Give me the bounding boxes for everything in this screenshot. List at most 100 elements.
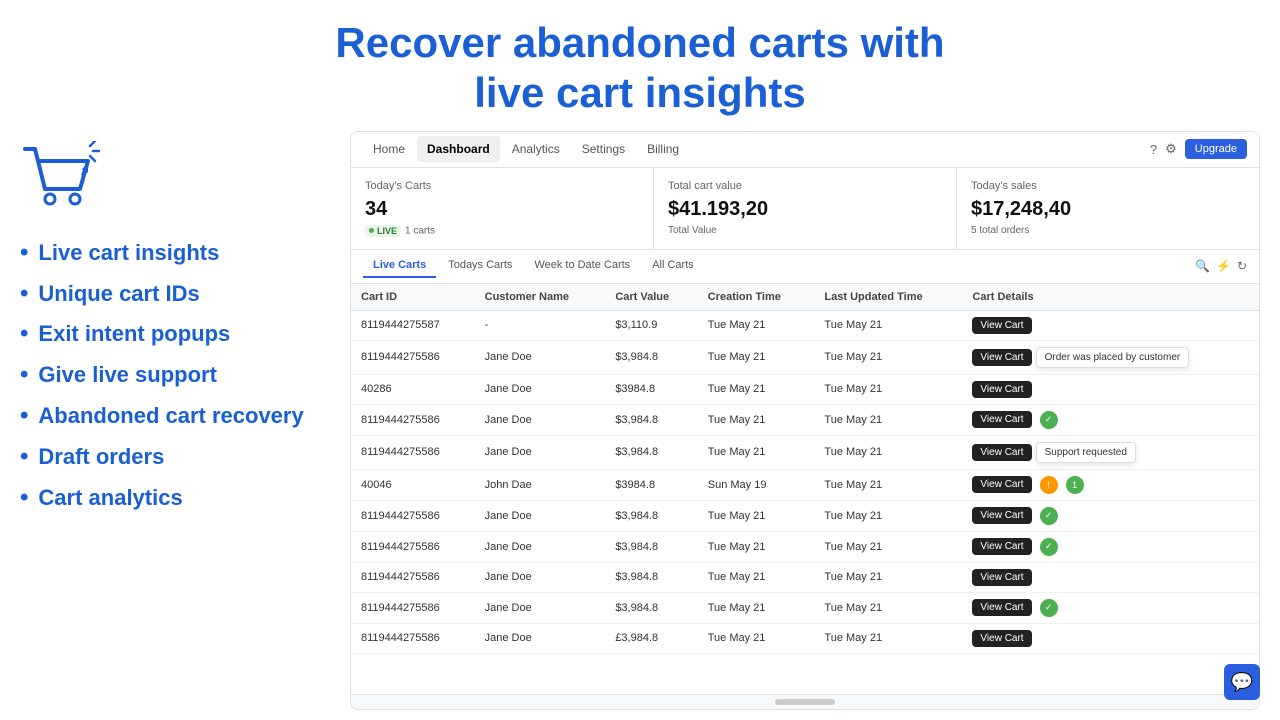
stat-value: 34 — [365, 198, 639, 221]
tab-todays-carts[interactable]: Todays Carts — [438, 254, 522, 278]
table-cell: £3,984.8 — [605, 623, 697, 653]
cart-details-cell: View Cart — [962, 562, 1259, 592]
view-cart-button[interactable]: View Cart — [972, 317, 1031, 334]
help-icon[interactable]: ? — [1150, 142, 1157, 157]
refresh-icon[interactable]: ↻ — [1237, 259, 1247, 273]
table-row: 40286Jane Doe$3984.8Tue May 21Tue May 21… — [351, 374, 1259, 404]
settings-icon[interactable]: ⚙ — [1165, 141, 1177, 157]
table-cell: Jane Doe — [475, 404, 606, 435]
filter-icon[interactable]: ⚡ — [1216, 259, 1231, 273]
table-cell: $3,984.8 — [605, 500, 697, 531]
table-cell: 40286 — [351, 374, 475, 404]
view-cart-button[interactable]: View Cart — [972, 381, 1031, 398]
table-cell: Tue May 21 — [814, 531, 962, 562]
view-cart-button[interactable]: View Cart — [972, 599, 1031, 616]
feature-item: Live cart insights — [20, 233, 330, 274]
table-cell: Tue May 21 — [814, 435, 962, 469]
table-cell: $3,984.8 — [605, 404, 697, 435]
live-badge: LIVE — [365, 225, 401, 237]
cart-details-cell: View Cart ✓ — [962, 404, 1259, 435]
table-cell: 8119444275586 — [351, 340, 475, 374]
cart-details-cell: View Cart — [962, 623, 1259, 653]
table-header-row: Cart IDCustomer NameCart ValueCreation T… — [351, 284, 1259, 311]
tab-actions: 🔍 ⚡ ↻ — [1195, 259, 1247, 273]
stat-label: Today's sales — [971, 180, 1245, 192]
stat-sub: LIVE1 carts — [365, 225, 639, 237]
table-cell: Tue May 21 — [814, 404, 962, 435]
view-cart-button[interactable]: View Cart — [972, 411, 1031, 428]
cart-table-container: Cart IDCustomer NameCart ValueCreation T… — [351, 284, 1259, 694]
view-cart-button[interactable]: View Cart — [972, 349, 1031, 366]
cart-icon — [20, 141, 330, 221]
nav-item-home[interactable]: Home — [363, 136, 415, 162]
table-cell: $3,110.9 — [605, 310, 697, 340]
status-badge-green: ✓ — [1040, 538, 1058, 556]
nav-item-analytics[interactable]: Analytics — [502, 136, 570, 162]
stat-card-0: Today's Carts34LIVE1 carts — [351, 168, 653, 249]
table-cell: Jane Doe — [475, 500, 606, 531]
col-cart-id: Cart ID — [351, 284, 475, 311]
search-icon[interactable]: 🔍 — [1195, 259, 1210, 273]
status-badge-green: ✓ — [1040, 411, 1058, 429]
table-cell: Tue May 21 — [814, 374, 962, 404]
status-badge-green: ✓ — [1040, 599, 1058, 617]
tab-live-carts[interactable]: Live Carts — [363, 254, 436, 278]
table-cell: Tue May 21 — [814, 592, 962, 623]
table-row: 8119444275587-$3,110.9Tue May 21Tue May … — [351, 310, 1259, 340]
scroll-indicator — [351, 694, 1259, 709]
table-cell: 8119444275586 — [351, 531, 475, 562]
scroll-bar[interactable] — [775, 699, 835, 705]
page-header: Recover abandoned carts with live cart i… — [0, 0, 1280, 131]
col-cart-value: Cart Value — [605, 284, 697, 311]
table-cell: Jane Doe — [475, 435, 606, 469]
nav-item-billing[interactable]: Billing — [637, 136, 689, 162]
col-last-updated-time: Last Updated Time — [814, 284, 962, 311]
tooltip: Support requested — [1036, 442, 1136, 463]
nav-item-dashboard[interactable]: Dashboard — [417, 136, 500, 162]
chat-icon: 💬 — [1231, 672, 1253, 693]
table-row: 8119444275586Jane Doe$3,984.8Tue May 21T… — [351, 404, 1259, 435]
col-creation-time: Creation Time — [698, 284, 815, 311]
table-cell: $3,984.8 — [605, 531, 697, 562]
table-cell: Tue May 21 — [814, 562, 962, 592]
cart-details-cell: View Cart✓ — [962, 500, 1259, 531]
table-cell: 8119444275586 — [351, 435, 475, 469]
tab-all-carts[interactable]: All Carts — [642, 254, 704, 278]
upgrade-button[interactable]: Upgrade — [1185, 139, 1247, 159]
table-cell: Tue May 21 — [814, 500, 962, 531]
nav-item-settings[interactable]: Settings — [572, 136, 635, 162]
table-cell: 8119444275586 — [351, 404, 475, 435]
table-row: 8119444275586Jane Doe£3,984.8Tue May 21T… — [351, 623, 1259, 653]
table-cell: - — [475, 310, 606, 340]
table-cell: Tue May 21 — [698, 500, 815, 531]
view-cart-button[interactable]: View Cart — [972, 569, 1031, 586]
table-cell: Tue May 21 — [814, 623, 962, 653]
main-content: Live cart insightsUnique cart IDsExit in… — [0, 131, 1280, 720]
feature-item: Unique cart IDs — [20, 274, 330, 315]
table-cell: Jane Doe — [475, 531, 606, 562]
table-cell: Jane Doe — [475, 623, 606, 653]
view-cart-button[interactable]: View Cart — [972, 538, 1031, 555]
table-cell: $3984.8 — [605, 374, 697, 404]
table-cell: $3984.8 — [605, 469, 697, 500]
dashboard-panel: HomeDashboardAnalyticsSettingsBilling ? … — [350, 131, 1260, 710]
tab-week-to-date-carts[interactable]: Week to Date Carts — [524, 254, 640, 278]
table-cell: John Dae — [475, 469, 606, 500]
table-tabs: Live CartsTodays CartsWeek to Date Carts… — [351, 250, 1259, 284]
table-row: 8119444275586Jane Doe$3,984.8Tue May 21T… — [351, 500, 1259, 531]
stat-label: Total cart value — [668, 180, 942, 192]
view-cart-button[interactable]: View Cart — [972, 507, 1031, 524]
view-cart-button[interactable]: View Cart — [972, 476, 1031, 493]
view-cart-button[interactable]: View Cart — [972, 630, 1031, 647]
table-cell: Jane Doe — [475, 340, 606, 374]
left-panel: Live cart insightsUnique cart IDsExit in… — [20, 131, 330, 710]
chat-fab[interactable]: 💬 — [1224, 664, 1260, 700]
cart-details-cell: View Cart!1 — [962, 469, 1259, 500]
col-cart-details: Cart Details — [962, 284, 1259, 311]
cart-details-cell: View Cart — [962, 374, 1259, 404]
table-row: 8119444275586Jane Doe$3,984.8Tue May 21T… — [351, 592, 1259, 623]
stat-card-2: Today's sales$17,248,405 total orders — [957, 168, 1259, 249]
view-cart-button[interactable]: View Cart — [972, 444, 1031, 461]
stat-sub: 5 total orders — [971, 225, 1245, 236]
table-cell: Tue May 21 — [698, 623, 815, 653]
